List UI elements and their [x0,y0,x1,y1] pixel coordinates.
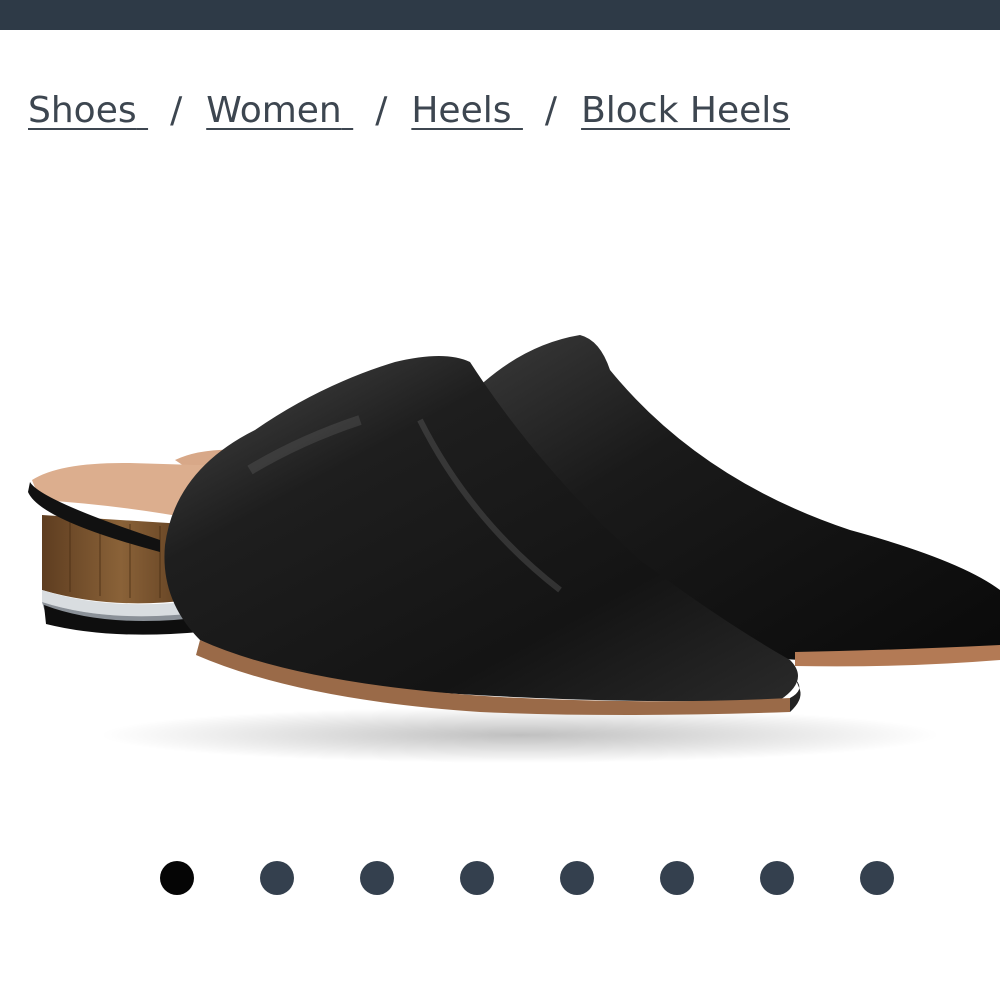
carousel-pagination [0,861,1000,895]
top-header-bar [0,0,1000,30]
carousel-dot[interactable] [860,861,894,895]
breadcrumb-link-women[interactable]: Women [206,90,353,131]
carousel-dot-active[interactable] [160,861,194,895]
carousel-dot[interactable] [760,861,794,895]
breadcrumb-link-shoes[interactable]: Shoes [28,90,148,131]
breadcrumb-separator: / [544,89,558,131]
carousel-dot[interactable] [560,861,594,895]
carousel-dot[interactable] [360,861,394,895]
carousel-dot[interactable] [260,861,294,895]
product-image[interactable] [0,300,1000,780]
breadcrumb: Shoes / Women / Heels / Block Heels [28,86,790,134]
shoe-illustration [28,335,1000,763]
breadcrumb-link-block-heels[interactable]: Block Heels [581,90,790,131]
breadcrumb-separator: / [170,89,183,131]
breadcrumb-link-heels[interactable]: Heels [411,90,523,131]
carousel-dot[interactable] [460,861,494,895]
breadcrumb-separator: / [375,89,388,131]
carousel-dot[interactable] [660,861,694,895]
